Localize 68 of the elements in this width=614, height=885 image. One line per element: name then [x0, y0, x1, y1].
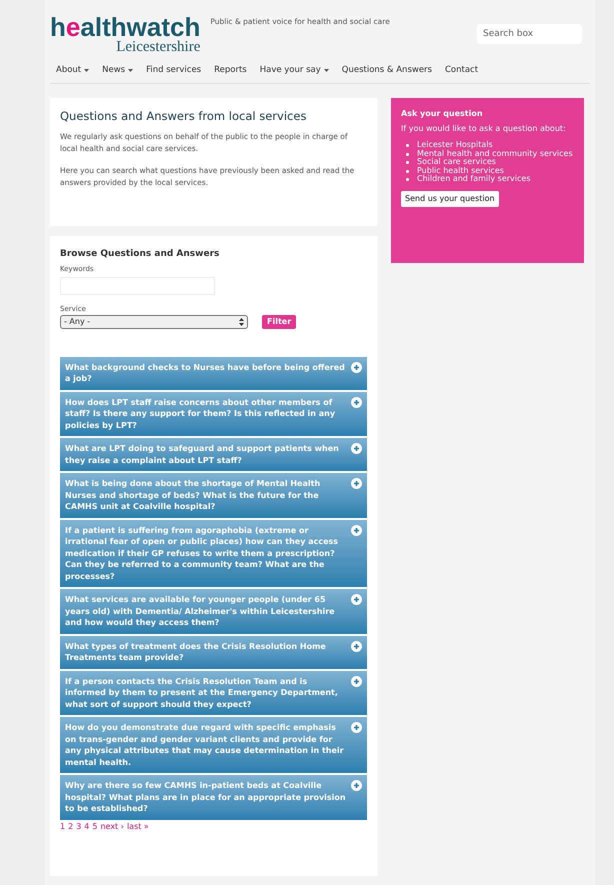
- question-text: What services are available for younger people (under 65 years old) with Dementia/ Alzheimer's within Leicestershire and how would they access them?: [65, 594, 336, 628]
- question-text: How does LPT staff raise concerns about other members of staff? Is there any support for them? Is this reflected in any policies by LPT?: [65, 396, 336, 431]
- service-select[interactable]: - Any -: [60, 314, 248, 328]
- plus-circle-icon: [351, 443, 362, 454]
- nav-link[interactable]: Have your say: [260, 64, 329, 77]
- question-text: Why are there so few CAMHS in-patient beds at Coalville hospital? What plans are in place for an appropriate provision to be established?: [65, 780, 347, 814]
- panel-intro: If you would like to ask a question about:: [401, 124, 567, 133]
- plus-circle-icon: [351, 478, 362, 489]
- caret-icon: [128, 69, 134, 72]
- intro-title: Questions and Answers from local services: [60, 108, 308, 125]
- question-accordion-item[interactable]: If a person contacts the Crisis Resolution Team and is informed by them to present at the Emergency Department, what sort of support should they expect?: [60, 670, 367, 715]
- plus-circle-icon: [351, 396, 362, 408]
- service-list-item: Children and family services: [417, 175, 530, 184]
- logo-wordmark: healthwatch: [50, 14, 200, 40]
- nav-link[interactable]: Find services: [146, 64, 202, 77]
- question-accordion-item[interactable]: What services are available for younger people (under 65 years old) with Dementia/ Alzheimer's within Leicestershire and how would they access them?: [60, 589, 367, 634]
- question-accordion-item[interactable]: What are LPT doing to safeguard and support patients when they raise a complaint about LPT staff?: [60, 438, 367, 471]
- question-accordion-item[interactable]: [60, 520, 367, 587]
- question-accordion-item[interactable]: What background checks to Nurses have before being offered a job?: [60, 356, 367, 390]
- pager-link[interactable]: 3: [76, 820, 82, 832]
- logo-subtitle: Leicestershire: [116, 40, 200, 55]
- filter-button[interactable]: Filter: [262, 314, 296, 328]
- bullet-icon: [406, 161, 409, 164]
- question-text: How do you demonstrate due regard with specific emphasis on trans-gender and gender variant clients and provide for any physical attributes that may cause determination in their mental health.: [65, 722, 345, 768]
- question-accordion-item[interactable]: How do you demonstrate due regard with specific emphasis on trans-gender and gender variant clients and provide for any physical attributes that may cause determination in their mental health.: [60, 717, 367, 773]
- plus-circle-icon: [351, 362, 362, 372]
- pager-link[interactable]: 1: [60, 820, 66, 832]
- pager-link[interactable]: 2: [68, 820, 74, 832]
- nav-link[interactable]: Contact: [444, 64, 478, 77]
- plus-circle-icon: [351, 640, 362, 652]
- nav-link[interactable]: About: [56, 64, 90, 77]
- bullet-icon: [406, 178, 409, 181]
- select-arrows-icon: [239, 318, 244, 326]
- pager-link[interactable]: next ›: [100, 820, 124, 832]
- nav-link[interactable]: Reports: [214, 64, 247, 77]
- bullet-icon: [406, 144, 409, 147]
- plus-circle-icon: [351, 676, 362, 686]
- service-list-item: Mental health and community services: [417, 150, 573, 158]
- question-accordion-item[interactable]: How does LPT staff raise concerns about other members of staff? Is there any support for them? Is this reflected in any policies by LPT?: [60, 392, 367, 436]
- question-text: What are LPT doing to safeguard and support patients when they raise a complaint about LPT staff?: [65, 443, 340, 466]
- question-text: If a person contacts the Crisis Resolution Team and is informed by them to present at the Emergency Department, what sort of support should they expect?: [65, 676, 339, 710]
- plus-circle-icon: [351, 524, 362, 536]
- question-accordion-item[interactable]: What types of treatment does the Crisis Resolution Home Treatments team provide?: [60, 636, 367, 668]
- question-text: What is being done about the shortage of Mental Health Nurses and shortage of beds? What is the future for the CAMHS unit at Coalville hospital?: [65, 478, 322, 512]
- nav-link[interactable]: Questions & Answers: [342, 64, 432, 77]
- caret-icon: [324, 69, 329, 72]
- service-list-item: Public health services: [417, 166, 504, 174]
- bullet-icon: [406, 152, 409, 156]
- nav-link[interactable]: News: [102, 64, 134, 77]
- service-list-item: Leicester Hospitals: [417, 141, 493, 150]
- plus-circle-icon: [351, 594, 362, 605]
- question-accordion-item[interactable]: Why are there so few CAMHS in-patient beds at Coalville hospital? What plans are in place for an appropriate provision to be established?: [60, 775, 367, 820]
- caret-icon: [84, 69, 90, 72]
- send-question-button[interactable]: Send us your question: [401, 190, 499, 206]
- question-accordion-item[interactable]: What is being done about the shortage of Mental Health Nurses and shortage of beds? What is the future for the CAMHS unit at Coalville hospital?: [60, 473, 367, 518]
- pager-link[interactable]: 4: [84, 820, 90, 832]
- search-field[interactable]: Search box: [477, 24, 582, 44]
- service-list-item: Social care services: [417, 158, 496, 166]
- browse-title: Browse Questions and Answers: [60, 248, 220, 261]
- question-text: What background checks to Nurses have before being offered a job?: [65, 362, 346, 384]
- question-text: If a patient is suffering from agoraphobia (extreme or irrational fear of open or public places) how can they access medication if their GP refuses to write them a prescription? Can they be referred to a community team? What are the processes?: [65, 524, 340, 582]
- plus-circle-icon: [351, 780, 362, 791]
- plus-circle-icon: [351, 722, 362, 733]
- pager-link[interactable]: last »: [126, 820, 149, 832]
- question-text: What types of treatment does the Crisis Resolution Home Treatments team provide?: [65, 640, 327, 664]
- pager-link[interactable]: 5: [92, 820, 98, 832]
- bullet-icon: [406, 170, 409, 172]
- panel-title: Ask your question: [401, 108, 484, 120]
